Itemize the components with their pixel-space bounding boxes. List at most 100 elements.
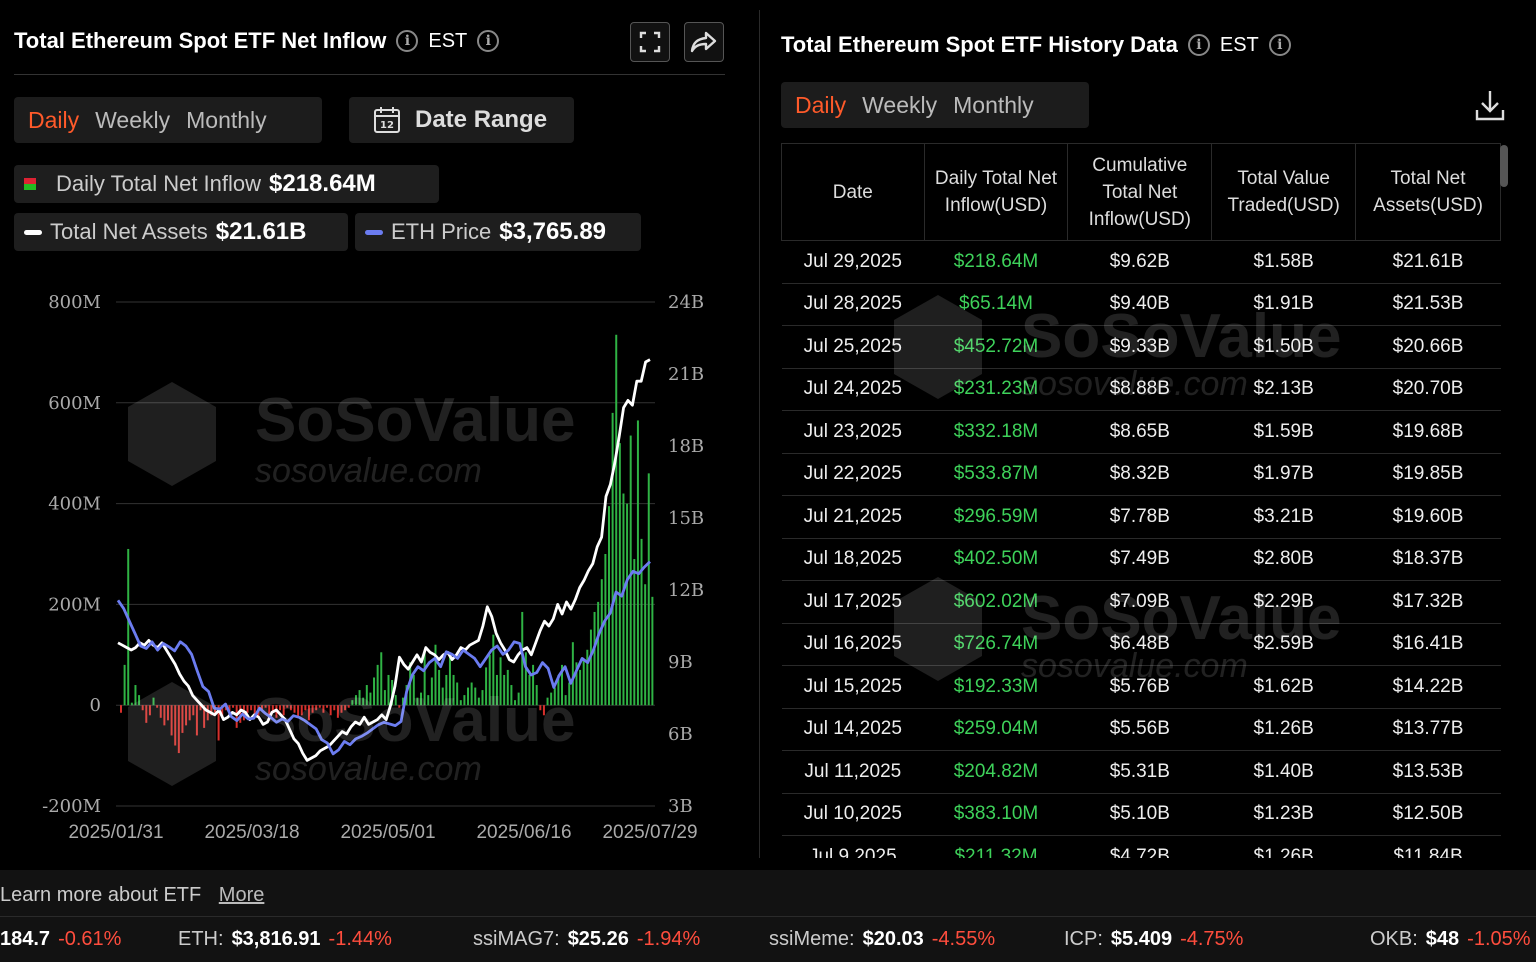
inflow-bar: [579, 669, 582, 706]
inflow-bar: [600, 579, 603, 706]
table-row[interactable]: Jul 17,2025 $602.02M $7.09B $2.29B $17.32B: [781, 580, 1501, 624]
ticker-price: $20.03: [862, 928, 924, 950]
history-data-panel: Total Ethereum Spot ETF History Data i E…: [762, 0, 1536, 870]
history-tab-monthly[interactable]: Monthly: [945, 92, 1042, 119]
ticker-price: $48: [1425, 928, 1460, 950]
history-tab-weekly[interactable]: Weekly: [854, 92, 945, 119]
inflow-bar: [535, 685, 538, 706]
inflow-bar: [279, 705, 282, 711]
table-row[interactable]: Jul 29,2025 $218.64M $9.62B $1.58B $21.61B: [781, 240, 1501, 284]
table-row[interactable]: Jul 15,2025 $192.33M $5.76B $1.62B $14.22B: [781, 665, 1501, 709]
inflow-bar: [636, 420, 639, 706]
net-inflow-chart[interactable]: 800M 600M 400M 200M 0 -200M 24B 21B 18B 15B 12B 9B 6…: [0, 280, 745, 850]
fullscreen-button[interactable]: [630, 22, 670, 62]
table-row[interactable]: Jul 21,2025 $296.59M $7.78B $3.21B $19.60B: [781, 495, 1501, 539]
inflow-bar: [351, 700, 354, 706]
cell-daily-inflow: $259.04M: [924, 708, 1068, 751]
inflow-bar: [156, 705, 159, 708]
timezone-info-icon[interactable]: i: [477, 30, 500, 52]
table-scrollbar[interactable]: [1500, 145, 1508, 187]
download-button[interactable]: [1474, 88, 1506, 127]
inflow-bar: [120, 705, 122, 713]
inflow-bar: [322, 705, 325, 713]
ticker-price: $25.26: [567, 928, 629, 950]
ticker-item[interactable]: 184.7 -0.61%: [0, 928, 121, 951]
legend-inflow-label: Daily Total Net Inflow: [56, 171, 262, 196]
inflow-bar: [246, 705, 249, 713]
table-row[interactable]: Jul 14,2025 $259.04M $5.56B $1.26B $13.77B: [781, 708, 1501, 751]
col-value-traded[interactable]: Total Value Traded(USD): [1211, 143, 1357, 241]
more-link[interactable]: More: [219, 884, 265, 906]
table-row[interactable]: Jul 18,2025 $402.50M $7.49B $2.80B $18.37B: [781, 538, 1501, 581]
inflow-bar: [250, 705, 253, 711]
y-right-tick-label: 15B: [668, 508, 704, 529]
ticker-name: ssiMAG7:: [473, 928, 560, 950]
legend-daily-inflow[interactable]: Daily Total Net Inflow $218.64M: [14, 165, 439, 203]
ticker-name: ssiMeme:: [769, 928, 855, 950]
table-row[interactable]: Jul 23,2025 $332.18M $8.65B $1.59B $19.68B: [781, 410, 1501, 454]
info-icon[interactable]: i: [396, 30, 419, 52]
cell-date: Jul 29,2025: [781, 240, 925, 284]
history-title-row: Total Ethereum Spot ETF History Data i E…: [781, 32, 1291, 58]
x-tick-label: 2025/01/31: [68, 822, 163, 843]
table-row[interactable]: Jul 28,2025 $65.14M $9.40B $1.91B $21.53B: [781, 283, 1501, 326]
inflow-bar: [568, 682, 571, 706]
cell-net-assets: $21.53B: [1355, 283, 1501, 326]
y-right-tick-label: 24B: [668, 292, 704, 313]
inflow-swatch: [24, 178, 36, 190]
legend-total-net-assets[interactable]: Total Net Assets $21.61B: [14, 213, 348, 251]
cell-value-traded: $1.26B: [1211, 835, 1356, 858]
ticker-item[interactable]: OKB: $48 -1.05%: [1370, 928, 1531, 951]
tab-monthly[interactable]: Monthly: [178, 107, 275, 134]
x-tick-label: 2025/03/18: [204, 822, 299, 843]
footer-divider: [0, 916, 1536, 917]
inflow-bar: [369, 692, 372, 706]
history-tab-daily[interactable]: Daily: [787, 92, 854, 119]
table-row[interactable]: Jul 11,2025 $204.82M $5.31B $1.40B $13.53B: [781, 750, 1501, 794]
ticker-item[interactable]: ssiMAG7: $25.26 -1.94%: [473, 928, 700, 951]
history-timezone-info-icon[interactable]: i: [1268, 34, 1291, 56]
table-row[interactable]: Jul 9,2025 $211.32M $4.72B $1.26B $11.84B: [781, 835, 1501, 858]
table-row[interactable]: Jul 16,2025 $726.74M $6.48B $2.59B $16.41B: [781, 623, 1501, 666]
inflow-bar: [495, 674, 498, 706]
table-row[interactable]: Jul 25,2025 $452.72M $9.33B $1.50B $20.66B: [781, 325, 1501, 369]
col-date[interactable]: Date: [781, 143, 925, 241]
inflow-bar: [485, 667, 488, 706]
legend-eth-price[interactable]: ETH Price $3,765.89: [355, 213, 641, 251]
table-row[interactable]: Jul 22,2025 $533.87M $8.32B $1.97B $19.85B: [781, 453, 1501, 496]
inflow-bar: [499, 657, 502, 706]
inflow-bar: [127, 548, 130, 706]
inflow-bar: [185, 705, 188, 726]
table-row[interactable]: Jul 24,2025 $231.23M $8.88B $2.13B $20.70B: [781, 368, 1501, 411]
net-inflow-panel: Total Ethereum Spot ETF Net Inflow i EST…: [0, 0, 745, 870]
inflow-bar: [492, 634, 495, 706]
history-table-container[interactable]: Date Daily Total Net Inflow(USD) Cumulat…: [781, 143, 1501, 858]
ticker-item[interactable]: ssiMeme: $20.03 -4.55%: [769, 928, 995, 951]
share-button[interactable]: [684, 22, 724, 62]
table-row[interactable]: Jul 10,2025 $383.10M $5.10B $1.23B $12.50B: [781, 793, 1501, 836]
inflow-bar: [282, 705, 285, 716]
y-left-tick-label: 400M: [48, 494, 101, 515]
cell-net-assets: $17.32B: [1355, 580, 1501, 624]
cell-net-assets: $21.61B: [1355, 240, 1501, 284]
inflow-bar: [376, 664, 379, 706]
legend-assets-value: $21.61B: [215, 218, 307, 245]
ticker-change: -0.61%: [58, 928, 122, 950]
col-daily-inflow[interactable]: Daily Total Net Inflow(USD): [923, 143, 1069, 241]
tab-weekly[interactable]: Weekly: [87, 107, 178, 134]
date-range-button[interactable]: 12 Date Range: [349, 97, 574, 143]
cell-date: Jul 10,2025: [781, 793, 925, 836]
cell-daily-inflow: $211.32M: [924, 835, 1068, 858]
col-net-assets[interactable]: Total Net Assets(USD): [1355, 143, 1501, 241]
inflow-bar: [163, 705, 166, 726]
ticker-item[interactable]: ICP: $5.409 -4.75%: [1064, 928, 1243, 951]
inflow-bar: [380, 652, 383, 706]
ticker-item[interactable]: ETH: $3,816.91 -1.44%: [178, 928, 392, 951]
y-left-tick-label: 0: [90, 695, 101, 716]
cell-value-traded: $1.97B: [1211, 453, 1356, 496]
history-info-icon[interactable]: i: [1187, 34, 1210, 56]
col-cumulative-inflow[interactable]: Cumulative Total Net Inflow(USD): [1067, 143, 1213, 241]
tab-daily[interactable]: Daily: [20, 107, 87, 134]
inflow-bar: [477, 697, 480, 706]
cell-value-traded: $1.50B: [1211, 325, 1356, 369]
